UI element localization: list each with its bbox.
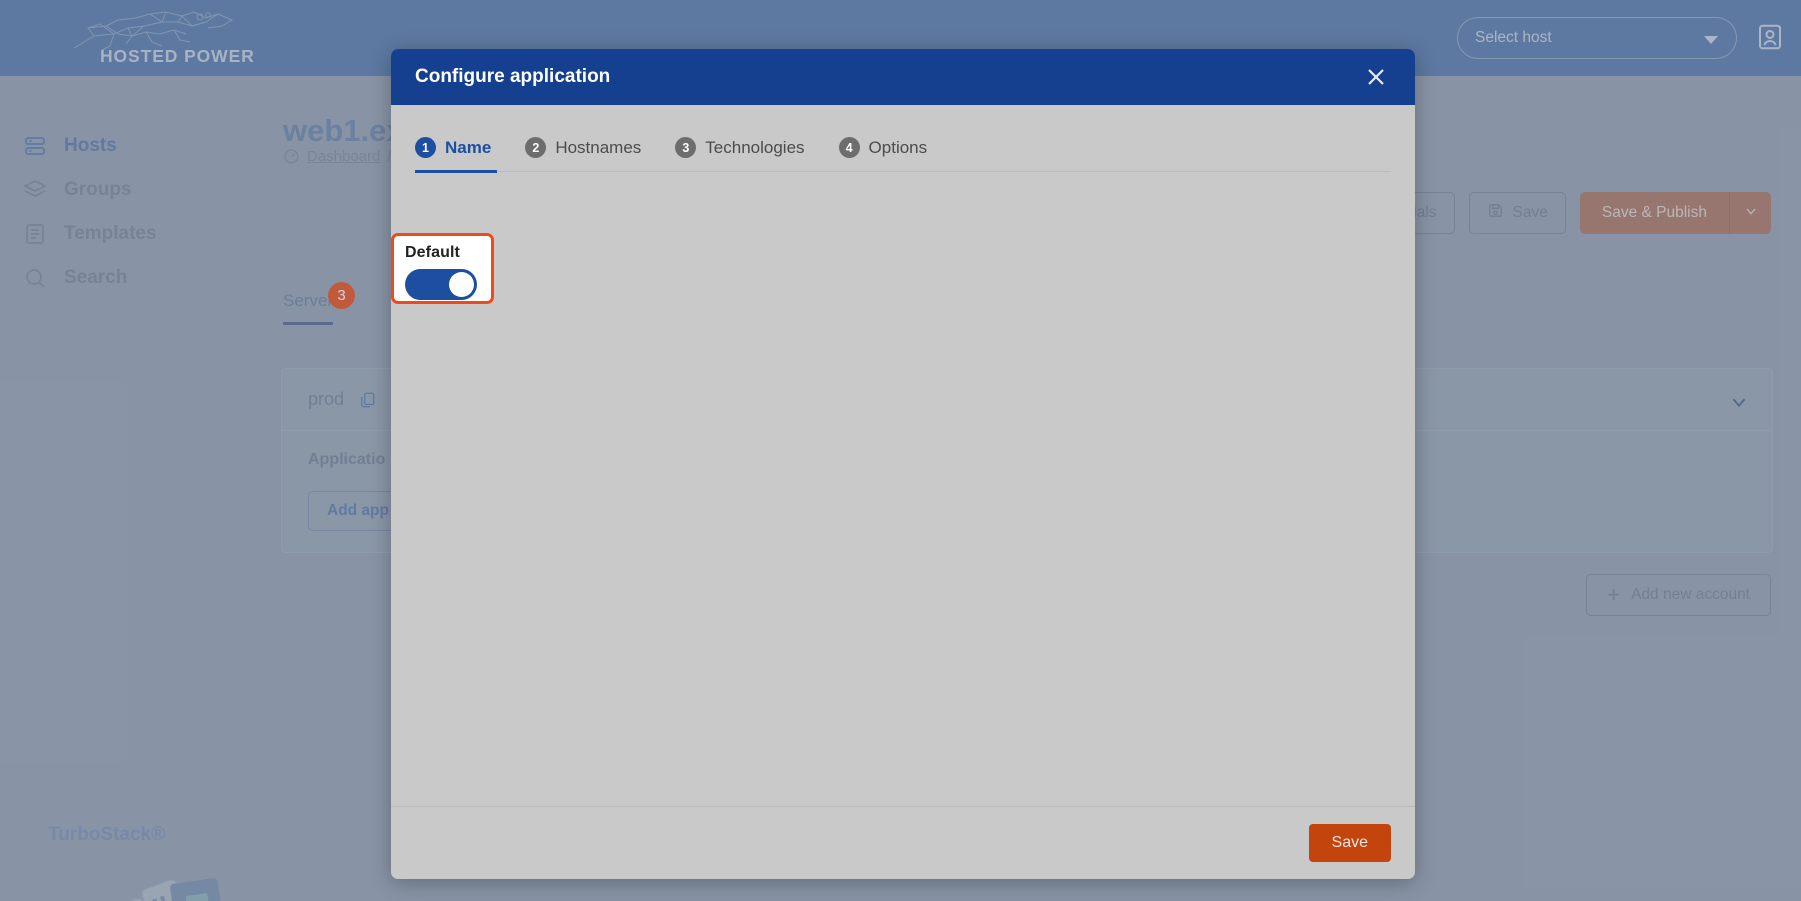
modal-header: Configure application xyxy=(391,49,1415,105)
step-hostnames[interactable]: 2 Hostnames xyxy=(525,137,641,158)
step-options[interactable]: 4 Options xyxy=(838,137,928,158)
modal-save-button[interactable]: Save xyxy=(1308,824,1391,862)
default-field-highlight: Default xyxy=(391,233,494,304)
modal-footer: Save xyxy=(391,806,1415,879)
default-toggle-knob xyxy=(449,272,474,297)
step-label: Technologies xyxy=(705,137,805,157)
configure-application-modal: Configure application 1 Name 2 Hostnames… xyxy=(391,49,1415,879)
app-root: Hosts Groups Templates Search TurboStack… xyxy=(0,0,1801,901)
step-name[interactable]: 1 Name xyxy=(415,137,491,158)
step-technologies[interactable]: 3 Technologies xyxy=(675,137,805,158)
modal-body: 1 Name 2 Hostnames 3 Technologies 4 Opti… xyxy=(391,105,1415,806)
modal-stepper: 1 Name 2 Hostnames 3 Technologies 4 Opti… xyxy=(415,105,1391,173)
step-number: 3 xyxy=(675,137,697,158)
step-label: Options xyxy=(868,137,928,157)
step-number: 1 xyxy=(415,137,436,158)
close-icon[interactable] xyxy=(1359,60,1393,94)
default-toggle-switch[interactable] xyxy=(405,269,477,300)
default-field-label: Default xyxy=(405,244,460,261)
step-label: Name xyxy=(445,137,492,157)
modal-title: Configure application xyxy=(415,66,611,87)
step-label: Hostnames xyxy=(555,137,642,157)
step-number: 4 xyxy=(838,137,860,158)
step-number: 2 xyxy=(525,137,547,158)
